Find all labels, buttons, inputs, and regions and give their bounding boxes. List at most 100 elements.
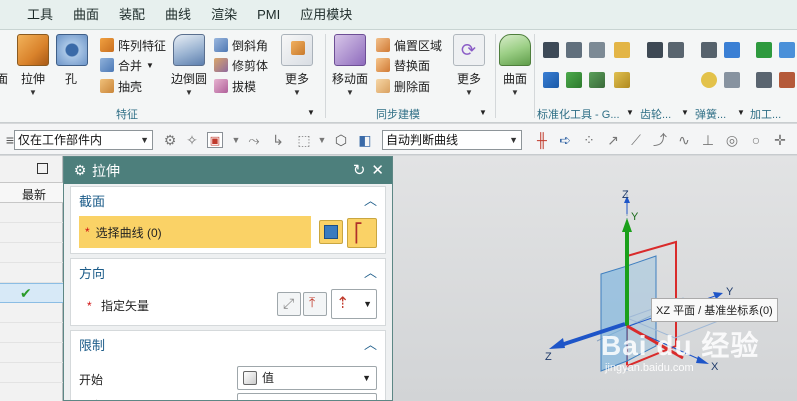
select-type-icon[interactable]: ▣ — [207, 132, 223, 148]
select-filter-icon[interactable]: ⚙ — [162, 132, 178, 148]
more-button-1[interactable]: 更多 ▼ — [280, 34, 314, 97]
collapse-caret-icon[interactable]: ︿ — [364, 262, 377, 281]
intersection-icon[interactable]: ╫ — [534, 132, 550, 148]
curve-snap-icon[interactable]: ⤴ — [652, 132, 668, 148]
sync-group-dropdown-icon[interactable]: ▼ — [479, 106, 487, 118]
select-curve-row[interactable]: * 选择曲线 (0) — [79, 216, 311, 248]
menu-assembly[interactable]: 装配 — [109, 0, 155, 30]
filter-scope-select[interactable]: 仅在工作部件内 ▼ — [14, 130, 153, 150]
std-tool-icon-1[interactable] — [543, 42, 559, 58]
std-tool-icon-4[interactable] — [614, 42, 630, 58]
std-tool-icon-5[interactable] — [543, 72, 559, 88]
machining-tool-icon-3[interactable] — [756, 72, 772, 88]
select-type-dropdown-icon[interactable]: ▼ — [228, 132, 244, 148]
table-row[interactable] — [0, 323, 63, 343]
column-latest[interactable]: 最新 — [22, 186, 46, 203]
spring-tool-icon-1[interactable] — [701, 42, 717, 58]
draft-button[interactable]: 拔模 — [214, 77, 256, 95]
menu-applications[interactable]: 应用模块 — [290, 0, 362, 30]
more-dropdown-icon-2[interactable]: ▼ — [452, 89, 486, 97]
surface-button[interactable]: 曲面 ▼ — [498, 34, 532, 97]
center-snap-icon[interactable]: ◎ — [724, 132, 740, 148]
pick-icon[interactable]: ⤳ — [246, 132, 262, 148]
rectangle-select-icon[interactable]: ⬚ — [296, 132, 312, 148]
start-type-select[interactable]: 值 ▼ — [237, 366, 377, 390]
gear-tool-icon-1[interactable] — [647, 42, 663, 58]
table-row[interactable] — [0, 223, 63, 243]
slash-snap-icon[interactable]: ⟋ — [628, 132, 644, 148]
move-face-button[interactable]: 移动面 ▼ — [332, 34, 368, 97]
close-icon[interactable]: ✕ — [371, 161, 384, 179]
machining-tool-icon-4[interactable] — [779, 72, 795, 88]
maximize-icon[interactable] — [37, 163, 48, 174]
spring-tool-icon-3[interactable] — [701, 72, 717, 88]
combine-button[interactable]: 合并 ▼ — [100, 56, 154, 74]
std-tool-icon-6[interactable] — [566, 72, 582, 88]
point-snap-icon[interactable]: ⁘ — [581, 132, 597, 148]
arrow-right-icon[interactable]: ➪ — [557, 132, 573, 148]
cross-snap-icon[interactable]: ✛ — [772, 132, 788, 148]
shell-button[interactable]: 抽壳 — [100, 77, 142, 95]
table-row[interactable] — [0, 303, 63, 323]
curve-section-button[interactable]: ⎡ — [347, 218, 377, 248]
surface-dropdown-icon[interactable]: ▼ — [498, 89, 532, 97]
array-feature-button[interactable]: 阵列特征 — [100, 36, 166, 54]
move-face-dropdown-icon[interactable]: ▼ — [332, 89, 368, 97]
trim-body-button[interactable]: 修剪体 — [214, 56, 268, 74]
delete-face-button[interactable]: 删除面 — [376, 77, 430, 95]
more-dropdown-icon-1[interactable]: ▼ — [280, 89, 314, 97]
distance-input[interactable]: 0 — [237, 393, 377, 400]
extrude-dropdown-icon[interactable]: ▼ — [16, 89, 50, 97]
curve-rule-select[interactable]: 自动判断曲线 ▼ — [382, 130, 522, 150]
collapse-caret-icon[interactable]: ︿ — [364, 190, 377, 209]
vector-type-select[interactable]: ⇡ ▼ — [331, 289, 377, 319]
circle-snap-icon[interactable]: ○ — [748, 132, 764, 148]
table-row-selected[interactable]: ✔ — [0, 283, 63, 303]
std-tool-icon-3[interactable] — [589, 42, 605, 58]
gear-group-dropdown-icon[interactable]: ▼ — [681, 106, 689, 118]
menu-pmi[interactable]: PMI — [247, 0, 290, 30]
extrude-button[interactable]: 拉伸 ▼ — [16, 34, 50, 97]
section-profile-header[interactable]: 截面 ︿ — [71, 187, 385, 213]
gear-icon[interactable]: ⚙ — [68, 162, 92, 179]
machining-tool-icon-2[interactable] — [779, 42, 795, 58]
machining-tool-icon-1[interactable] — [756, 42, 772, 58]
replace-face-button[interactable]: 替换面 — [376, 56, 430, 74]
intersection-snap-icon[interactable]: ⊥ — [700, 132, 716, 148]
menu-curve[interactable]: 曲线 — [155, 0, 201, 30]
spring-group-dropdown-icon[interactable]: ▼ — [737, 106, 745, 118]
spring-tool-icon-2[interactable] — [724, 42, 740, 58]
rectangle-select-dropdown-icon[interactable]: ▼ — [314, 132, 330, 148]
std-tools-group-dropdown-icon[interactable]: ▼ — [626, 106, 634, 118]
show-hide-icon[interactable]: ⬡ — [333, 132, 349, 148]
spline-snap-icon[interactable]: ∿ — [676, 132, 692, 148]
dialog-title-bar[interactable]: ⚙ 拉伸 ↻ ✕ — [64, 157, 392, 184]
table-row[interactable] — [0, 363, 63, 383]
edge-blend-button[interactable]: 边倒圆 ▼ — [170, 34, 208, 97]
std-tool-icon-7[interactable] — [589, 72, 605, 88]
table-row[interactable] — [0, 343, 63, 363]
sketch-section-button[interactable] — [319, 220, 343, 244]
reverse-direction-button[interactable]: ⤢ — [277, 292, 301, 316]
edge-blend-dropdown-icon[interactable]: ▼ — [170, 89, 208, 97]
graphics-window[interactable]: Z Y Y X Z XZ 平面 / 基准坐标系(0) Bai du 经验 jin… — [393, 156, 797, 401]
offset-region-button[interactable]: 偏置区域 — [376, 36, 442, 54]
line-snap-icon[interactable]: ↗ — [605, 132, 621, 148]
view-cube-icon[interactable]: ◧ — [357, 132, 373, 148]
snap-icon[interactable]: ✧ — [184, 132, 200, 148]
table-row[interactable] — [0, 243, 63, 263]
vector-dialog-button[interactable]: ⤒ — [303, 292, 327, 316]
spring-tool-icon-4[interactable] — [724, 72, 740, 88]
menu-render[interactable]: 渲染 — [201, 0, 247, 30]
menu-surface[interactable]: 曲面 — [63, 0, 109, 30]
collapse-caret-icon[interactable]: ︿ — [364, 334, 377, 353]
section-direction-header[interactable]: 方向 ︿ — [71, 259, 385, 285]
feature-group-dropdown-icon[interactable]: ▼ — [307, 106, 315, 118]
chamfer-button[interactable]: 倒斜角 — [214, 36, 268, 54]
ribbon-partial-item[interactable]: 面 — [0, 70, 12, 87]
std-tool-icon-2[interactable] — [566, 42, 582, 58]
section-limits-header[interactable]: 限制 ︿ — [71, 331, 385, 357]
gear-tool-icon-2[interactable] — [668, 42, 684, 58]
menu-tools[interactable]: 工具 — [17, 0, 63, 30]
reset-icon[interactable]: ↻ — [353, 161, 366, 179]
